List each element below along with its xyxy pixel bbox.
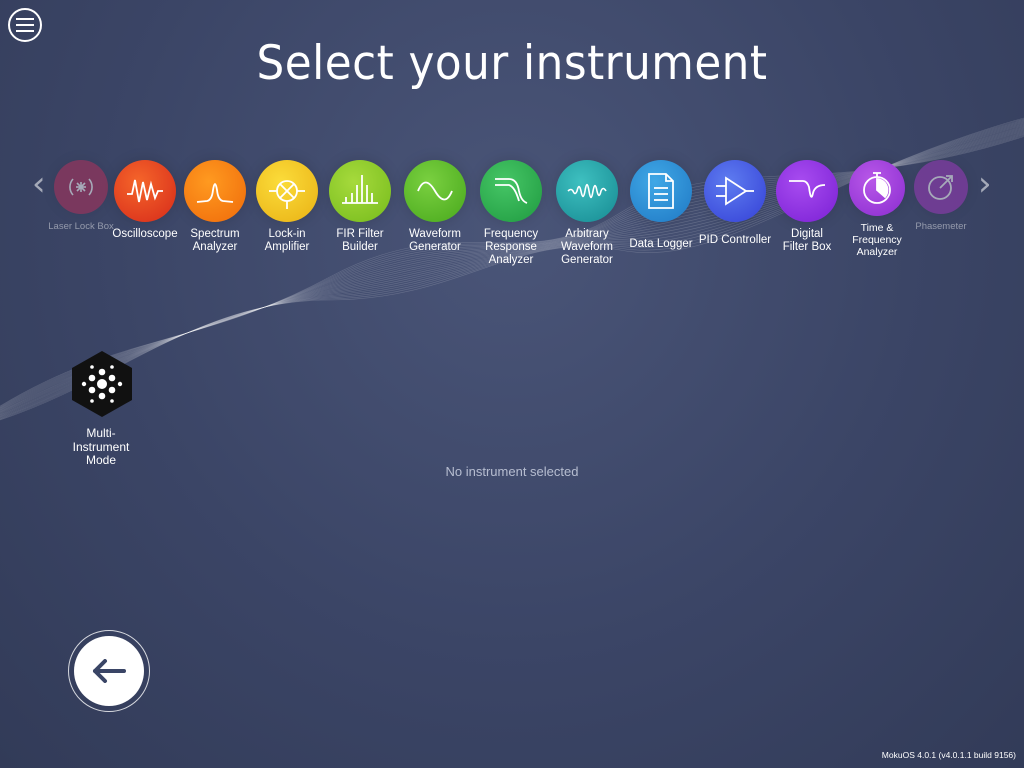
- frequency-response-icon: [480, 160, 542, 222]
- oscilloscope-icon: [114, 160, 176, 222]
- spectrum-analyzer-icon: [184, 160, 246, 222]
- multi-instrument-icon: [72, 351, 132, 417]
- version-label: MokuOS 4.0.1 (v4.0.1.1 build 9156): [881, 750, 1016, 760]
- instrument-phasemeter[interactable]: Phasemeter: [896, 160, 986, 233]
- lock-in-amplifier-icon: [256, 160, 318, 222]
- data-logger-icon: [630, 160, 692, 222]
- fir-filter-icon: [329, 160, 391, 222]
- page-title: Select your instrument: [256, 36, 768, 91]
- multi-instrument-label: Multi- Instrument Mode: [72, 426, 130, 467]
- arrow-left-icon: [93, 659, 126, 683]
- pid-controller-icon: [704, 160, 766, 222]
- waveform-generator-icon: [404, 160, 466, 222]
- background-wave: [0, 117, 1024, 421]
- arbitrary-waveform-icon: [556, 160, 618, 222]
- multi-instrument-mode-button[interactable]: Multi- Instrument Mode: [70, 350, 132, 468]
- back-button[interactable]: [68, 630, 150, 712]
- digital-filter-icon: [776, 160, 838, 222]
- instrument-label: Phasemeter: [915, 221, 967, 232]
- phasemeter-icon: [914, 160, 968, 214]
- hamburger-icon: [16, 18, 34, 32]
- status-text: No instrument selected: [445, 464, 579, 479]
